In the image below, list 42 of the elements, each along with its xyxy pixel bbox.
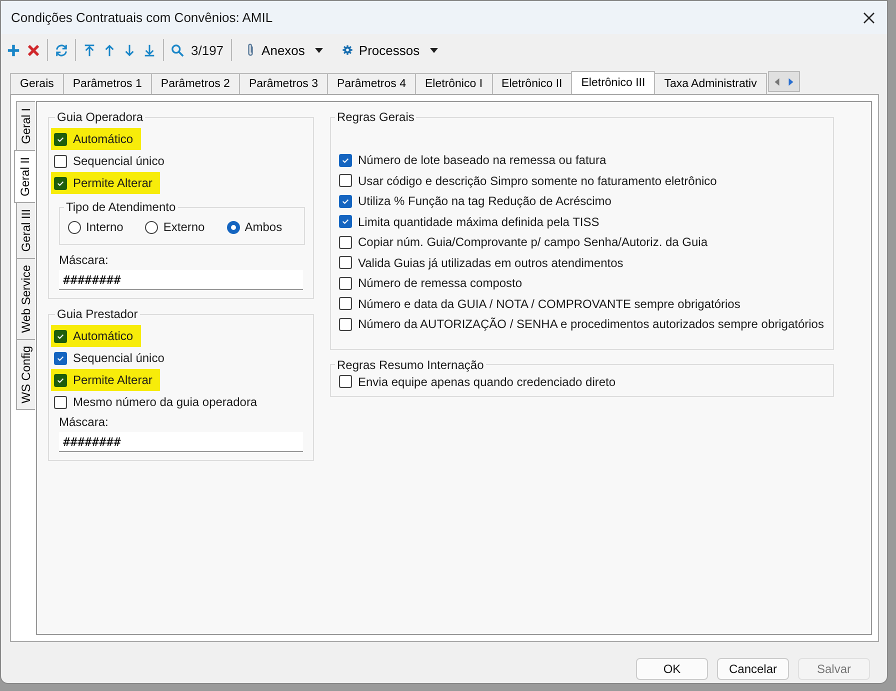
radio-label: Interno (86, 220, 124, 234)
mask-field[interactable]: ######## (59, 432, 303, 452)
checkbox-label: Número e data da GUIA / NOTA / COMPROVANTE sempre obrigatórios (358, 296, 740, 311)
checkbox-label: Número de remessa composto (358, 276, 522, 290)
group-title: Tipo de Atendimento (65, 200, 177, 214)
tab[interactable]: Gerais (10, 73, 64, 94)
tab[interactable]: Eletrônico III (571, 71, 656, 94)
checkbox-label: Permite Alterar (73, 373, 152, 387)
radio-label: Externo (163, 220, 205, 234)
group-title: Regras Gerais (336, 110, 416, 124)
checkbox-label: Sequencial único (73, 351, 164, 365)
checkbox-label: Número da AUTORIZAÇÃO / SENHA e procedimentos autorizados sempre obrigatórios (358, 317, 824, 332)
checkbox-label: Limita quantidade máxima definida pela TISS (358, 214, 600, 229)
toolbar-menu-button[interactable]: Processos (336, 42, 444, 58)
checkbox-label: Valida Guias já utilizadas em outros atendimentos (358, 256, 624, 270)
side-tab[interactable]: Web Service (16, 258, 35, 340)
checkbox-label: Sequencial único (73, 154, 164, 168)
checkbox-label: Mesmo número da guia operadora (73, 395, 258, 409)
side-tab[interactable]: WS Config (16, 338, 35, 410)
checkbox-label: Usar código e descrição Simpro somente no faturamento eletrônico (358, 174, 717, 188)
radio-label: Ambos (244, 220, 282, 234)
field-label: Máscara: (59, 415, 110, 429)
group-title: Guia Operadora (56, 110, 144, 124)
dialog-button[interactable]: Cancelar (717, 658, 789, 680)
mask-field[interactable]: ######## (59, 270, 303, 290)
checkbox-label: Permite Alterar (73, 176, 152, 190)
group-title: Regras Resumo Internação (336, 358, 485, 372)
checkbox-label: Utiliza % Função na tag Redução de Acréscimo (358, 194, 612, 208)
checkbox-label: Número de lote baseado na remessa ou fatura (358, 153, 606, 168)
window-title: Condições Contratuais com Convênios: AMIL (11, 10, 273, 25)
dialog-button[interactable]: OK (636, 658, 708, 680)
side-tab[interactable]: Geral III (16, 202, 35, 260)
side-tab[interactable]: Geral I (16, 101, 35, 152)
field-label: Máscara: (59, 253, 110, 267)
checkbox-label: Automático (73, 329, 134, 343)
tab[interactable]: Taxa Administrativ (654, 73, 767, 94)
checkbox-label: Envia equipe apenas quando credenciado direto (358, 374, 616, 389)
toolbar-menu-button[interactable]: Anexos (238, 42, 329, 58)
checkbox-label: Copiar núm. Guia/Comprovante p/ campo Senha/Autoriz. da Guia (358, 235, 708, 250)
checkbox-label: Automático (73, 132, 134, 146)
group-title: Guia Prestador (56, 307, 139, 321)
record-counter: 3/197 (191, 42, 224, 58)
